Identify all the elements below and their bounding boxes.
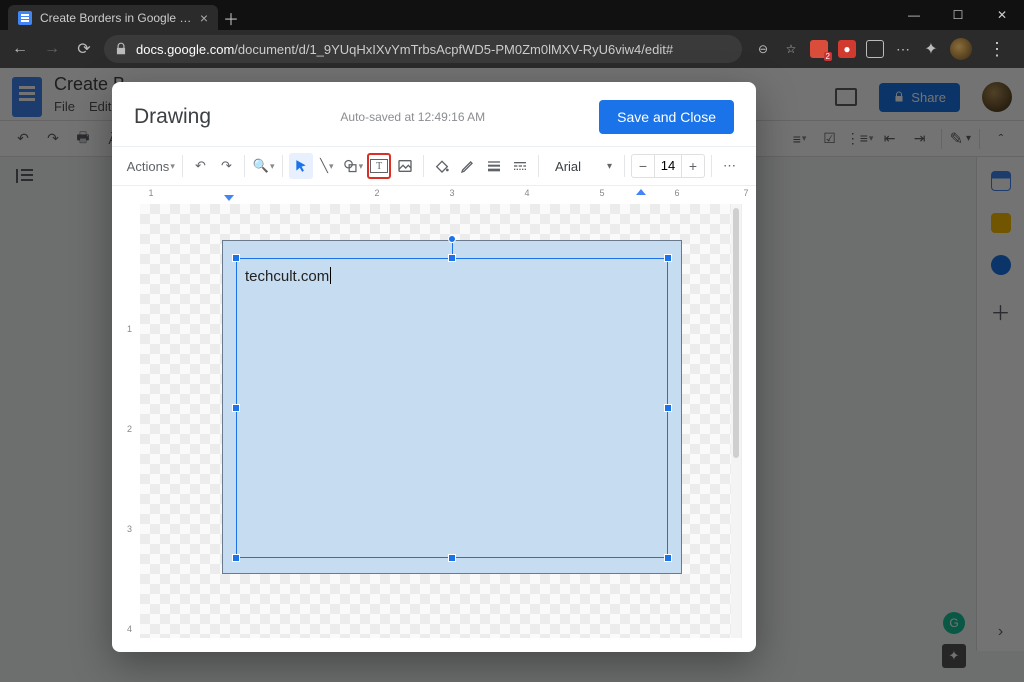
zoom-button[interactable]: 🔍▾ — [251, 153, 276, 179]
image-tool[interactable] — [393, 153, 417, 179]
adblock-extension-icon[interactable]: ● — [838, 40, 856, 58]
forward-button[interactable]: → — [40, 37, 64, 61]
actions-menu[interactable]: Actions▾ — [126, 153, 176, 179]
url-domain: docs.google.com — [136, 42, 234, 57]
ruler-tick-2: 2 — [374, 188, 379, 198]
resize-handle-bl[interactable] — [232, 554, 240, 562]
vruler-tick-1: 1 — [127, 324, 132, 334]
resize-handle-tm[interactable] — [448, 254, 456, 262]
font-size-value[interactable]: 14 — [654, 155, 682, 177]
resize-handle-mr[interactable] — [664, 404, 672, 412]
resize-handle-bm[interactable] — [448, 554, 456, 562]
vertical-ruler[interactable]: 1 2 3 4 — [126, 204, 138, 638]
shape-icon — [343, 158, 358, 174]
border-color-button[interactable] — [456, 153, 480, 179]
dialog-title: Drawing — [134, 105, 211, 129]
ruler-tick-6: 6 — [674, 188, 679, 198]
ruler-tick-3: 3 — [449, 188, 454, 198]
left-indent-marker[interactable] — [224, 195, 234, 201]
font-family-value: Arial — [555, 159, 581, 174]
line-tool[interactable]: ╲▾ — [315, 153, 339, 179]
undo-button[interactable]: ↶ — [188, 153, 212, 179]
autosave-status: Auto-saved at 12:49:16 AM — [340, 110, 599, 124]
reload-button[interactable]: ⟳ — [72, 37, 96, 61]
drawing-canvas-area: 1 2 3 4 techcult.com — [126, 204, 742, 638]
line-dash-icon — [512, 158, 528, 174]
window-controls: — ☐ ✕ — [892, 0, 1024, 30]
select-tool[interactable] — [289, 153, 313, 179]
profile-avatar[interactable] — [950, 38, 972, 60]
right-indent-marker[interactable] — [636, 189, 646, 195]
docs-favicon-icon — [18, 11, 32, 25]
redo-button[interactable]: ↷ — [214, 153, 238, 179]
lastpass-extension-icon[interactable]: ⋯ — [894, 40, 912, 58]
decrease-font-size-button[interactable]: − — [632, 158, 654, 174]
drawing-canvas[interactable]: techcult.com — [140, 204, 741, 638]
url-path: /document/d/1_9YUqHxIXvYmTrbsAcpfWD5-PM0… — [234, 42, 673, 57]
chevron-down-icon: ▾ — [607, 161, 612, 172]
font-size-stepper: − 14 + — [631, 154, 705, 178]
text-box-selection[interactable]: techcult.com — [236, 258, 668, 558]
vruler-tick-4: 4 — [127, 624, 132, 634]
extension-badge: 2 — [824, 52, 832, 61]
save-and-close-button[interactable]: Save and Close — [599, 100, 734, 134]
docs-page: Create B File Edit Share ↶ ↷ 🖶 Ă 🖌 ≡▾ ☑ … — [0, 68, 1024, 682]
text-cursor — [330, 267, 331, 284]
scrollbar-thumb[interactable] — [733, 208, 739, 458]
border-dash-button[interactable] — [508, 153, 532, 179]
bookmark-star-icon[interactable]: ☆ — [782, 40, 800, 58]
resize-handle-ml[interactable] — [232, 404, 240, 412]
pip-extension-icon[interactable] — [866, 40, 884, 58]
textbox-icon: T — [370, 159, 388, 173]
back-button[interactable]: ← — [8, 37, 32, 61]
drawing-toolbar: Actions▾ ↶ ↷ 🔍▾ ╲▾ ▾ T — [112, 146, 756, 186]
fill-color-button[interactable] — [430, 153, 454, 179]
browser-tab[interactable]: Create Borders in Google Docs - × — [8, 5, 218, 30]
image-icon — [397, 158, 413, 174]
minimize-button[interactable]: — — [892, 0, 936, 30]
text-box-content[interactable]: techcult.com — [245, 267, 331, 285]
resize-handle-br[interactable] — [664, 554, 672, 562]
rotate-handle[interactable] — [448, 235, 456, 243]
line-weight-icon — [486, 158, 502, 174]
tab-title: Create Borders in Google Docs - — [40, 11, 192, 25]
ruler-tick-7: 7 — [743, 188, 748, 198]
ruler-tick-4: 4 — [524, 188, 529, 198]
maximize-button[interactable]: ☐ — [936, 0, 980, 30]
cursor-arrow-icon — [294, 159, 308, 173]
lock-icon — [114, 42, 128, 56]
horizontal-ruler[interactable]: 1 2 3 4 5 6 7 — [126, 186, 742, 204]
todoist-extension-icon[interactable]: 2 — [810, 40, 828, 58]
text-box-tool[interactable]: T — [367, 153, 391, 179]
vruler-tick-2: 2 — [127, 424, 132, 434]
pencil-icon — [460, 158, 476, 174]
shape-tool[interactable]: ▾ — [341, 153, 365, 179]
ruler-tick-1: 1 — [148, 188, 153, 198]
url-input[interactable]: docs.google.com/document/d/1_9YUqHxIXvYm… — [104, 35, 742, 63]
zoom-icon[interactable]: ⊖ — [754, 40, 772, 58]
paint-bucket-icon — [434, 158, 450, 174]
drawing-dialog: Drawing Auto-saved at 12:49:16 AM Save a… — [112, 82, 756, 652]
ruler-tick-5: 5 — [599, 188, 604, 198]
resize-handle-tr[interactable] — [664, 254, 672, 262]
close-window-button[interactable]: ✕ — [980, 0, 1024, 30]
vruler-tick-3: 3 — [127, 524, 132, 534]
extensions-puzzle-icon[interactable]: ✦ — [922, 40, 940, 58]
font-family-select[interactable]: Arial ▾ — [545, 159, 618, 174]
more-options-button[interactable]: ⋯ — [718, 153, 742, 179]
canvas-scrollbar[interactable] — [731, 204, 741, 638]
resize-handle-tl[interactable] — [232, 254, 240, 262]
increase-font-size-button[interactable]: + — [682, 158, 704, 174]
close-tab-icon[interactable]: × — [200, 10, 208, 26]
chrome-menu-button[interactable]: ⋮ — [982, 39, 1012, 60]
browser-titlebar: Create Borders in Google Docs - × ＋ — ☐ … — [0, 0, 1024, 30]
browser-address-bar: ← → ⟳ docs.google.com/document/d/1_9YUqH… — [0, 30, 1024, 68]
new-tab-button[interactable]: ＋ — [218, 6, 244, 30]
border-weight-button[interactable] — [482, 153, 506, 179]
